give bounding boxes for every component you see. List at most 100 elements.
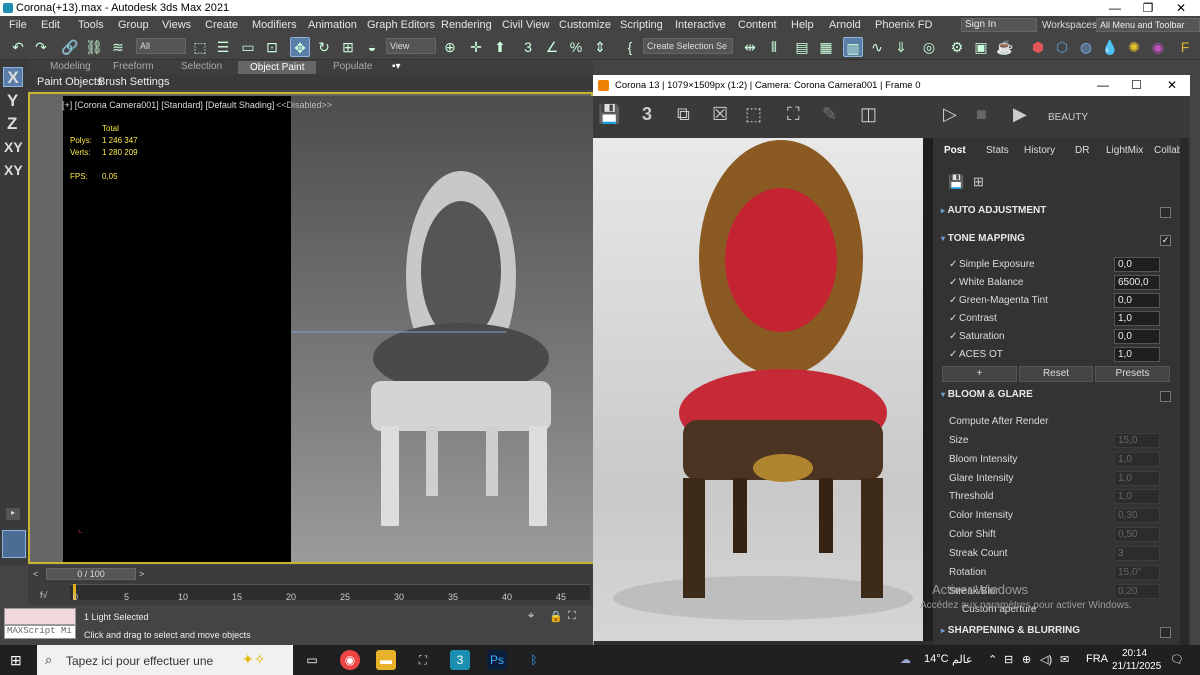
schematic-view-icon[interactable]: ⇓	[891, 37, 911, 57]
corona-maximize-button[interactable]: ☐	[1131, 78, 1142, 92]
tab-dr[interactable]: DR	[1075, 145, 1089, 156]
rendered-frame-icon[interactable]: ▣	[971, 37, 991, 57]
color-intensity-input[interactable]: 0,30	[1114, 508, 1160, 523]
corona-close-button[interactable]: ✕	[1167, 78, 1177, 92]
sharpening-checkbox[interactable]	[1160, 627, 1171, 638]
ribbon-toggle-icon[interactable]: ▥	[843, 37, 863, 57]
selection-filter-dropdown[interactable]: All	[136, 38, 186, 54]
stop-icon[interactable]: ■	[976, 104, 987, 125]
copy-icon[interactable]: ⧉	[677, 104, 690, 125]
language-indicator[interactable]: FRA	[1086, 653, 1108, 665]
check-icon[interactable]: ✓	[949, 277, 957, 288]
tone-mapping-header[interactable]: ▾ TONE MAPPING	[941, 233, 1173, 251]
white-balance-input[interactable]: 6500,0	[1114, 275, 1160, 290]
ribbon-tab-selection[interactable]: Selection	[181, 61, 222, 72]
axis-x-button[interactable]: X	[3, 67, 23, 87]
render-elements-dropdown[interactable]: BEAUTY	[1048, 112, 1088, 123]
curve-editor-icon[interactable]: ∿	[867, 37, 887, 57]
tone-row-aces-ot[interactable]: ✓ ACES OT 1,0	[940, 346, 1165, 364]
place-icon[interactable]: ◒	[362, 37, 382, 57]
bloom-glare-checkbox[interactable]	[1160, 391, 1171, 402]
named-selection-icon[interactable]: {	[620, 37, 640, 57]
isolate-icon[interactable]: ⌖	[528, 610, 534, 623]
brush-settings-button[interactable]: Brush Settings	[98, 76, 170, 88]
reset-button[interactable]: Reset	[1019, 366, 1093, 382]
time-slider[interactable]: 0 / 100	[46, 568, 136, 580]
spinner-snap-icon[interactable]: ⇕	[590, 37, 610, 57]
rendered-image[interactable]	[593, 138, 923, 641]
tab-collab[interactable]: Collab	[1154, 145, 1182, 156]
phoenix-ocean-icon[interactable]: ◉	[1148, 37, 1168, 57]
simple-exposure-input[interactable]: 0,0	[1114, 257, 1160, 272]
reference-coordinate-dropdown[interactable]: View	[386, 38, 436, 54]
align-icon[interactable]: ⫴	[764, 37, 784, 57]
redo-icon[interactable]: ↷	[31, 37, 51, 57]
percent-snap-icon[interactable]: %	[566, 37, 586, 57]
bloom-glare-header[interactable]: ▾ BLOOM & GLARE	[941, 389, 1173, 407]
select-by-name-icon[interactable]: ☰	[213, 37, 233, 57]
select-object-icon[interactable]: ⬚	[190, 37, 210, 57]
globe-icon[interactable]: ⊕	[1022, 653, 1031, 666]
volume-icon[interactable]: ◁)	[1040, 653, 1052, 666]
taskbar-search[interactable]: ⌕ Tapez ici pour effectuer une ✦✧	[37, 645, 293, 675]
menu-phoenix-fd[interactable]: Phoenix FD	[875, 19, 932, 31]
paint-objects-button[interactable]: Paint Objects	[37, 76, 102, 88]
phoenix-sim-icon[interactable]: F	[1175, 37, 1195, 57]
lock-icon[interactable]: 🔒	[549, 610, 563, 623]
bloom-row[interactable]: Compute After Render	[940, 413, 1165, 431]
bluetooth-icon[interactable]: ᛒ	[524, 650, 544, 670]
save-icon[interactable]: 💾	[598, 104, 620, 125]
tab-post[interactable]: Post	[944, 145, 966, 156]
viewport-scene[interactable]	[291, 96, 593, 562]
keyboard-shortcut-icon[interactable]: ⬆	[490, 37, 510, 57]
fit-icon[interactable]: ⛶	[787, 104, 800, 125]
windows-start-icon[interactable]: ⊞	[10, 652, 22, 669]
named-selection-dropdown[interactable]: Create Selection Se	[643, 38, 733, 54]
ribbon-tab-freeform[interactable]: Freeform	[113, 61, 154, 72]
scene-explorer-icon[interactable]: ▤	[792, 37, 812, 57]
photoshop-icon[interactable]: Ps	[487, 650, 507, 670]
unlink-icon[interactable]: ⛓	[84, 37, 104, 57]
camera-viewport[interactable]: [+] [Corona Camera001] [Standard] [Defau…	[28, 92, 593, 564]
save-settings-icon[interactable]: 💾	[948, 174, 964, 190]
ribbon-options-icon[interactable]: ▪▾	[392, 61, 401, 72]
scale-icon[interactable]: ⊞	[338, 37, 358, 57]
menu-group[interactable]: Group	[118, 19, 149, 31]
interactive-render-icon[interactable]: ▶	[1013, 104, 1027, 125]
menu-arnold[interactable]: Arnold	[829, 19, 861, 31]
mirror-icon[interactable]: ⇹	[740, 37, 760, 57]
contrast-input[interactable]: 1,0	[1114, 311, 1160, 326]
menu-content[interactable]: Content	[738, 19, 777, 31]
check-icon[interactable]: ✓	[949, 313, 957, 324]
menu-scripting[interactable]: Scripting	[620, 19, 663, 31]
ribbon-tab-object-paint[interactable]: Object Paint	[238, 61, 317, 74]
axis-z-button[interactable]: Z	[7, 114, 17, 134]
sign-in-dropdown[interactable]: Sign In	[961, 18, 1037, 32]
size-input[interactable]: 15,0	[1114, 433, 1160, 448]
minimize-button[interactable]: —	[1100, 1, 1130, 15]
menu-create[interactable]: Create	[205, 19, 238, 31]
bind-spacewarp-icon[interactable]: ≋	[108, 37, 128, 57]
rotation-input[interactable]: 15,0°	[1114, 565, 1160, 580]
streak-count-input[interactable]: 3	[1114, 546, 1160, 561]
file-explorer-icon[interactable]: ▬	[376, 650, 396, 670]
task-view-icon[interactable]: ▭	[302, 650, 322, 670]
auto-adjustment-checkbox[interactable]	[1160, 207, 1171, 218]
ribbon-tab-modeling[interactable]: Modeling	[50, 61, 91, 72]
clock-time[interactable]: 20:14	[1122, 648, 1147, 659]
load-settings-icon[interactable]: ⊞	[973, 174, 984, 190]
bloom-row[interactable]: Rotation 15,0°	[940, 564, 1165, 582]
close-button[interactable]: ✕	[1166, 1, 1196, 15]
bloom-row[interactable]: Streak Count 3	[940, 545, 1165, 563]
add-operator-button[interactable]: +	[942, 366, 1017, 382]
bloom-row[interactable]: Color Shift 0,50	[940, 526, 1165, 544]
expand-icon[interactable]: ▸	[6, 508, 20, 520]
check-icon[interactable]: ✓	[949, 295, 957, 306]
ribbon-tab-populate[interactable]: Populate	[333, 61, 372, 72]
arnold-icon[interactable]: ⬢	[1028, 37, 1048, 57]
bloom-row[interactable]: Bloom Intensity 1,0	[940, 451, 1165, 469]
panel-scrollbar[interactable]	[1180, 138, 1188, 645]
timeline-next-icon[interactable]: >	[139, 569, 144, 579]
bloom-row[interactable]: Threshold 1,0	[940, 488, 1165, 506]
clear-icon[interactable]: ☒	[712, 104, 728, 125]
